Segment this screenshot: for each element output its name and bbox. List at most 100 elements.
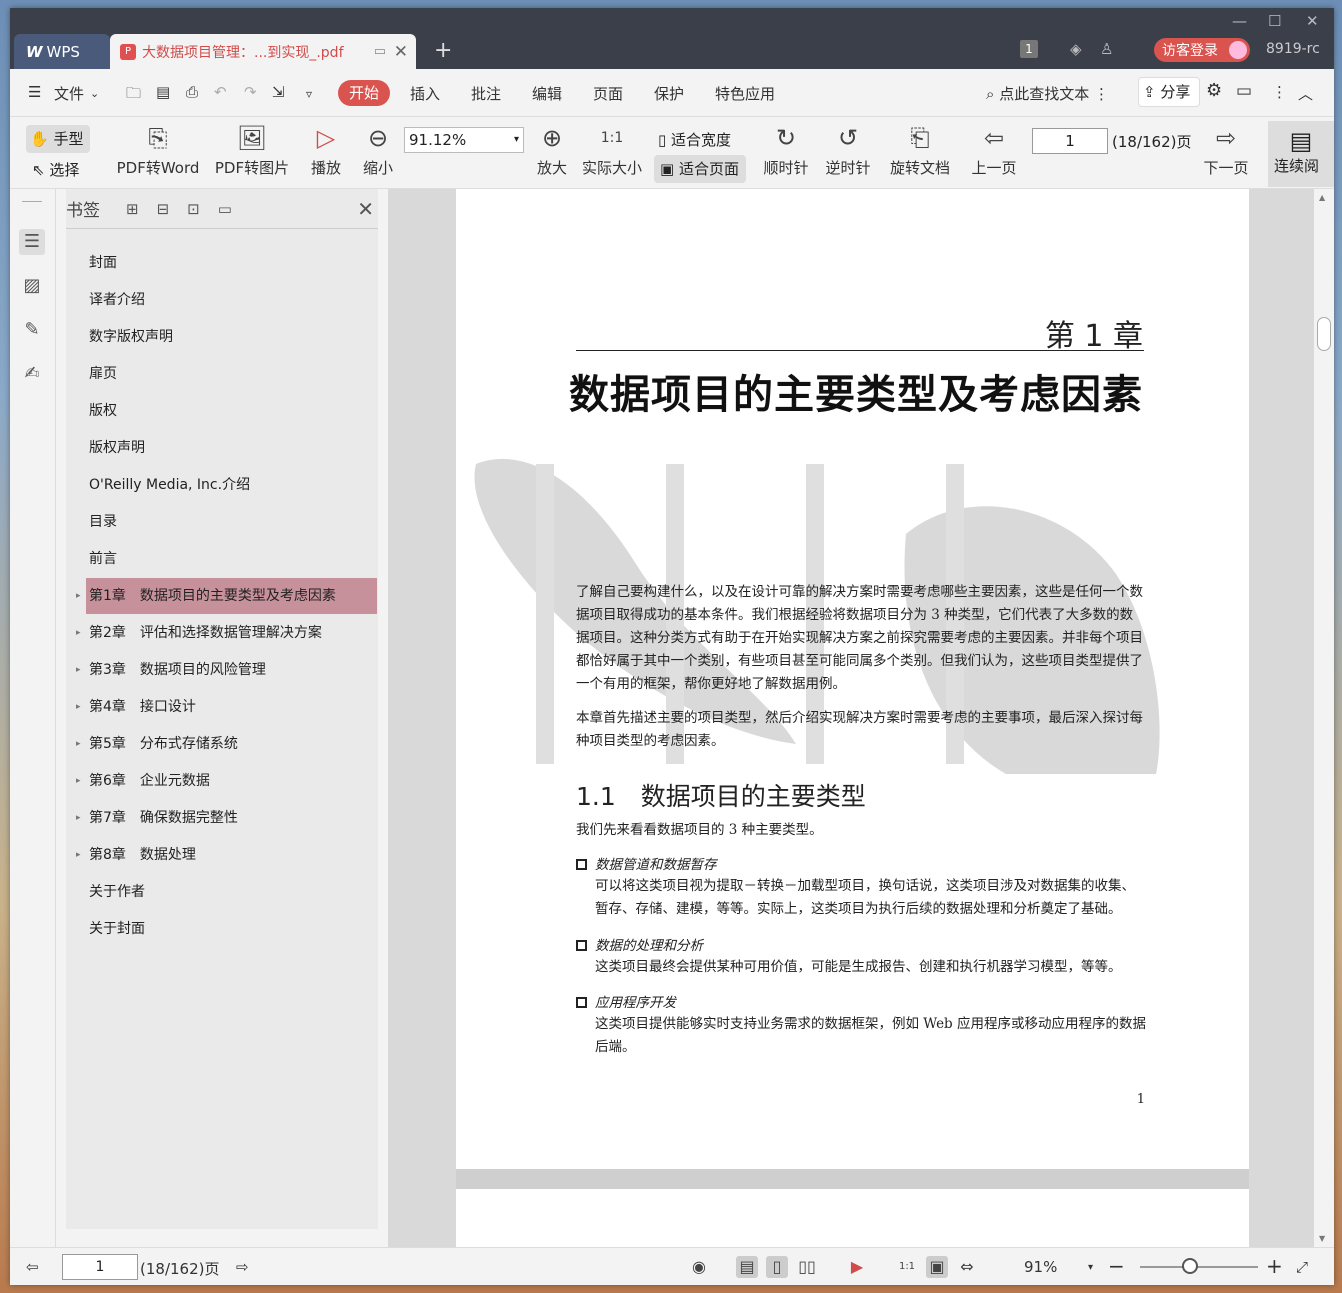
skin-icon[interactable]: ◈ <box>1070 40 1082 58</box>
open-icon[interactable]: 🗀 <box>126 83 141 108</box>
document-tab[interactable]: P 大数据项目管理：...到实现_.pdf ▭ ✕ <box>110 34 416 69</box>
bookmark-item[interactable]: ▸ 第4章 接口设计 <box>66 689 378 725</box>
shirt-icon[interactable]: ♙ <box>1100 40 1113 58</box>
zoom-out-button[interactable]: ⊖ 缩小 <box>358 123 398 178</box>
fullscreen-icon[interactable]: ⤢ <box>1296 1258 1308 1276</box>
zoom-plus-icon[interactable]: + <box>1266 1254 1283 1278</box>
bookmark-item[interactable]: 版权声明 <box>66 430 378 466</box>
hamburger-icon[interactable]: ☰ <box>28 83 41 101</box>
bookmark-options-icon[interactable]: ▭ <box>218 200 232 218</box>
bookmark-item[interactable]: ▸ 第6章 企业元数据 <box>66 763 378 799</box>
login-button[interactable]: 访客登录 <box>1154 38 1250 62</box>
more-options-icon[interactable]: ⋮ <box>1272 83 1287 101</box>
close-panel-icon[interactable]: ✕ <box>357 197 374 221</box>
eye-protection-icon[interactable]: ◉ <box>688 1256 710 1278</box>
collapse-all-icon[interactable]: ⊟ <box>157 200 170 218</box>
menu-start[interactable]: 开始 <box>338 80 390 106</box>
bookmark-item[interactable]: ▸ 第8章 数据处理 <box>66 837 378 873</box>
export-icon[interactable]: ⇲ <box>272 83 285 101</box>
expand-arrow-icon[interactable]: ▸ <box>76 837 81 873</box>
file-menu[interactable]: 文件 <box>54 83 84 104</box>
expand-arrow-icon[interactable]: ▸ <box>76 800 81 836</box>
panel-divider[interactable] <box>378 189 388 1247</box>
expand-arrow-icon[interactable]: ▸ <box>76 578 81 614</box>
comment-icon[interactable]: ▭ <box>1236 81 1252 101</box>
zoom-slider-knob[interactable] <box>1182 1258 1198 1274</box>
document-view[interactable]: 第 1 章 数据项目的主要类型及考虑因素 了解自己要构建什么，以及在设计可靠的解… <box>388 189 1314 1247</box>
menu-page[interactable]: 页面 <box>593 83 623 104</box>
continuous-read-button[interactable]: ▤ 连续阅 <box>1268 121 1334 187</box>
actual-size-status-icon[interactable]: 1:1 <box>896 1256 918 1278</box>
thumbnail-icon[interactable]: ▨ <box>19 273 45 299</box>
bookmark-item[interactable]: 关于封面 <box>66 911 378 947</box>
prev-page-button[interactable]: ⇦ 上一页 <box>968 123 1020 178</box>
menu-edit[interactable]: 编辑 <box>532 83 562 104</box>
scroll-thumb[interactable] <box>1317 317 1331 351</box>
expand-arrow-icon[interactable]: ▸ <box>76 726 81 762</box>
menu-insert[interactable]: 插入 <box>410 83 440 104</box>
select-tool-button[interactable]: ⇖ 选择 <box>32 159 79 180</box>
continuous-view-icon[interactable]: ▤ <box>736 1256 758 1278</box>
window-count-badge[interactable]: 1 <box>1020 40 1038 58</box>
minimize-icon[interactable]: — <box>1232 12 1247 30</box>
signature-icon[interactable]: ✍ <box>19 361 45 387</box>
fit-width-button[interactable]: ▯ 适合宽度 <box>658 129 731 150</box>
hand-tool-button[interactable]: ✋ 手型 <box>26 125 90 153</box>
sidebar-grip[interactable] <box>22 201 42 202</box>
print-icon[interactable]: ⎙ <box>186 83 198 101</box>
bookmark-item[interactable]: 译者介绍 <box>66 282 378 318</box>
bookmark-item[interactable]: ▸ 第3章 数据项目的风险管理 <box>66 652 378 688</box>
play-slideshow-icon[interactable]: ▶ <box>846 1256 868 1278</box>
wps-home-tab[interactable]: W WPS <box>14 34 110 69</box>
zoom-minus-icon[interactable]: − <box>1108 1254 1125 1278</box>
menu-special[interactable]: 特色应用 <box>715 83 775 104</box>
pdf-to-image-button[interactable]: 🖼 PDF转图片 <box>212 123 292 178</box>
bookmark-item[interactable]: 扉页 <box>66 356 378 392</box>
status-next-page-icon[interactable]: ⇨ <box>236 1258 249 1276</box>
next-page-button[interactable]: ⇨ 下一页 <box>1200 123 1252 178</box>
add-bookmark-icon[interactable]: ⊡ <box>187 200 200 218</box>
chevron-down-icon[interactable]: ⌄ <box>90 87 99 100</box>
single-page-view-icon[interactable]: ▯ <box>766 1256 788 1278</box>
bookmark-list-icon[interactable]: ☰ <box>19 229 45 255</box>
expand-arrow-icon[interactable]: ▸ <box>76 615 81 651</box>
bookmark-item[interactable]: 目录 <box>66 504 378 540</box>
pdf-to-word-button[interactable]: ⎘ PDF转Word <box>112 123 204 178</box>
bookmark-item[interactable]: O'Reilly Media, Inc.介绍 <box>66 467 378 503</box>
save-icon[interactable]: ▤ <box>156 83 170 101</box>
rotate-document-button[interactable]: ⎗ 旋转文档 <box>886 123 954 178</box>
bookmark-item[interactable]: 版权 <box>66 393 378 429</box>
fit-width-status-icon[interactable]: ⇔ <box>956 1256 978 1278</box>
scroll-down-icon[interactable]: ▼ <box>1319 1234 1325 1243</box>
settings-gear-icon[interactable]: ⚙ <box>1206 80 1222 101</box>
bookmark-item[interactable]: ▸ 第2章 评估和选择数据管理解决方案 <box>66 615 378 651</box>
share-button[interactable]: ⇪ 分享 <box>1138 77 1200 107</box>
expand-arrow-icon[interactable]: ▸ <box>76 763 81 799</box>
fit-page-button[interactable]: ▣ 适合页面 <box>654 155 746 183</box>
page-number-input[interactable]: 1 <box>1032 128 1108 154</box>
rotate-counterclockwise-button[interactable]: ↺ 逆时针 <box>820 123 876 178</box>
rotate-clockwise-button[interactable]: ↻ 顺时针 <box>758 123 814 178</box>
maximize-icon[interactable]: ☐ <box>1268 12 1281 30</box>
scroll-up-icon[interactable]: ▲ <box>1319 193 1325 202</box>
status-prev-page-icon[interactable]: ⇦ <box>26 1258 39 1276</box>
zoom-dropdown-status-icon[interactable]: ▾ <box>1088 1262 1093 1273</box>
expand-all-icon[interactable]: ⊞ <box>126 200 139 218</box>
zoom-percent[interactable]: 91% <box>1024 1258 1057 1276</box>
collapse-ribbon-icon[interactable]: ︿ <box>1298 83 1313 104</box>
zoom-slider[interactable] <box>1140 1266 1258 1268</box>
annotation-icon[interactable]: ✎ <box>19 317 45 343</box>
bookmark-item[interactable]: 数字版权声明 <box>66 319 378 355</box>
redo-icon[interactable]: ↷ <box>244 83 257 101</box>
fit-page-status-icon[interactable]: ▣ <box>926 1256 948 1278</box>
bookmark-item[interactable]: ▸ 第7章 确保数据完整性 <box>66 800 378 836</box>
more-vertical-icon[interactable]: ⋮ <box>1094 85 1109 103</box>
actual-size-button[interactable]: 1:1 实际大小 <box>580 123 644 178</box>
new-tab-icon[interactable]: + <box>434 38 452 63</box>
play-button[interactable]: ▷ 播放 <box>306 123 346 178</box>
status-page-input[interactable]: 1 <box>62 1254 138 1280</box>
bookmark-item[interactable]: ▸ 第5章 分布式存储系统 <box>66 726 378 762</box>
more-dropdown-icon[interactable]: ▿ <box>306 87 312 101</box>
zoom-select[interactable]: 91.12% ▾ <box>404 127 524 153</box>
zoom-in-button[interactable]: ⊕ 放大 <box>532 123 572 178</box>
